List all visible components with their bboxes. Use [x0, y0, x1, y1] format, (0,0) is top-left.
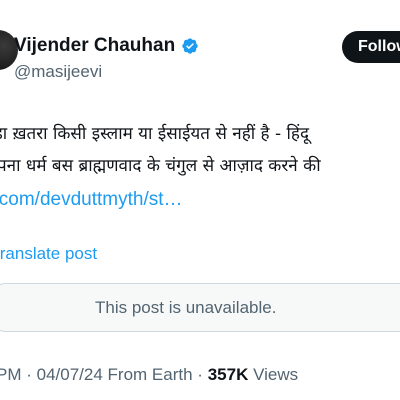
follow-button[interactable]: Follow: [342, 31, 400, 63]
tweet-meta: PM · 04/07/24 From Earth · 357K Views: [0, 365, 298, 385]
tweet-text-line-2: अपना धर्म बस ब्राह्मणवाद के चंगुल से आज़…: [0, 156, 321, 176]
tweet-link[interactable]: x.com/devduttmyth/st…: [0, 184, 400, 216]
author-handle[interactable]: @masijeevi: [14, 62, 102, 82]
verified-badge-icon: [181, 37, 199, 55]
translate-post-link[interactable]: Translate post: [0, 244, 97, 264]
quoted-post-unavailable: This post is unavailable.: [0, 283, 400, 332]
meta-separator: ·: [26, 365, 32, 384]
tweet-date[interactable]: 04/07/24 From Earth: [37, 365, 193, 384]
tweet-text-line-1: बड़ा ख़तरा किसी इस्लाम या ईसाईयत से नहीं…: [0, 124, 309, 144]
tweet-detail: Vijender Chauhan @masijeevi Follow बड़ा …: [0, 0, 400, 400]
meta-separator-2: ·: [197, 365, 203, 384]
author-name-row: Vijender Chauhan: [14, 34, 199, 58]
views-count[interactable]: 357K: [208, 365, 249, 384]
tweet-time[interactable]: PM: [0, 365, 22, 384]
tweet-text: बड़ा ख़तरा किसी इस्लाम या ईसाईयत से नहीं…: [0, 118, 400, 216]
views-label: Views: [253, 365, 299, 384]
unavailable-message: This post is unavailable.: [95, 298, 277, 317]
author-name[interactable]: Vijender Chauhan: [14, 34, 175, 58]
